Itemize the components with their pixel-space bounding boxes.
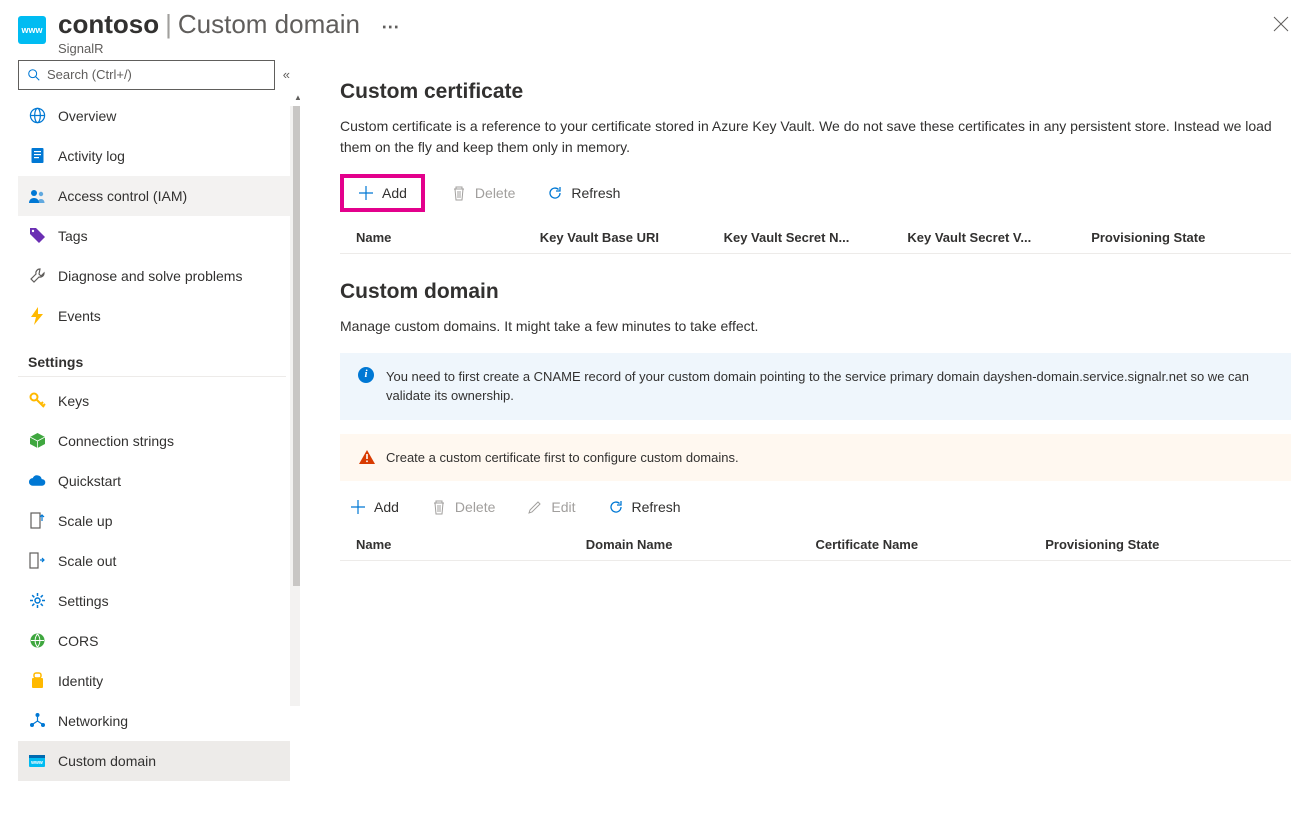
resource-name: contoso bbox=[58, 9, 159, 39]
column-header[interactable]: Provisioning State bbox=[1091, 230, 1275, 245]
column-header[interactable]: Domain Name bbox=[586, 537, 816, 552]
sidebar-item-label: Identity bbox=[58, 673, 103, 689]
cert-refresh-button[interactable]: Refresh bbox=[537, 181, 630, 205]
sidebar-item-label: Custom domain bbox=[58, 753, 156, 769]
settings-section-label: Settings bbox=[18, 342, 286, 377]
scrollbar[interactable]: ▲ bbox=[290, 106, 300, 706]
sidebar-item-label: Events bbox=[58, 308, 101, 324]
sidebar-item-label: Scale out bbox=[58, 553, 116, 569]
column-header[interactable]: Key Vault Secret N... bbox=[724, 230, 908, 245]
page-title: Custom domain bbox=[178, 9, 360, 39]
sidebar-item-label: CORS bbox=[58, 633, 98, 649]
sidebar-item-label: Overview bbox=[58, 108, 116, 124]
refresh-icon bbox=[547, 185, 563, 201]
resource-icon: www bbox=[18, 16, 46, 44]
sidebar-item-label: Access control (IAM) bbox=[58, 188, 187, 204]
service-name: SignalR bbox=[58, 41, 1269, 56]
iam-icon bbox=[28, 188, 46, 204]
sidebar-item-diagnose-and-solve-problems[interactable]: Diagnose and solve problems bbox=[18, 256, 290, 296]
refresh-icon bbox=[608, 499, 624, 515]
domain-edit-button: Edit bbox=[517, 495, 585, 519]
column-header[interactable]: Key Vault Base URI bbox=[540, 230, 724, 245]
sidebar-item-label: Quickstart bbox=[58, 473, 121, 489]
domain-delete-button: Delete bbox=[421, 495, 505, 519]
sidebar-item-scale-out[interactable]: Scale out bbox=[18, 541, 290, 581]
info-icon: i bbox=[358, 367, 374, 383]
cert-heading: Custom certificate bbox=[340, 80, 1291, 104]
domain-table-header: NameDomain NameCertificate NameProvision… bbox=[340, 529, 1291, 561]
sidebar-item-label: Activity log bbox=[58, 148, 125, 164]
scaleup-icon bbox=[28, 512, 46, 529]
trash-icon bbox=[451, 185, 467, 201]
gear-icon bbox=[28, 592, 46, 609]
tags-icon bbox=[28, 227, 46, 244]
plus-icon bbox=[358, 185, 374, 201]
identity-icon bbox=[28, 672, 46, 689]
conn-icon bbox=[28, 432, 46, 449]
warning-icon bbox=[358, 448, 376, 466]
search-placeholder: Search (Ctrl+/) bbox=[47, 67, 132, 82]
sidebar-item-quickstart[interactable]: Quickstart bbox=[18, 461, 290, 501]
collapse-icon[interactable]: « bbox=[283, 67, 290, 82]
trash-icon bbox=[431, 499, 447, 515]
sidebar-item-custom-domain[interactable]: www Custom domain bbox=[18, 741, 290, 781]
sidebar-item-label: Diagnose and solve problems bbox=[58, 268, 242, 284]
cert-delete-button: Delete bbox=[441, 181, 525, 205]
bolt-icon bbox=[28, 307, 46, 325]
network-icon bbox=[28, 712, 46, 729]
column-header[interactable]: Name bbox=[356, 230, 540, 245]
cert-table-header: NameKey Vault Base URIKey Vault Secret N… bbox=[340, 222, 1291, 254]
scaleout-icon bbox=[28, 552, 46, 569]
domain-add-button[interactable]: Add bbox=[340, 495, 409, 519]
more-icon[interactable]: ⋯ bbox=[381, 17, 399, 37]
sidebar-item-identity[interactable]: Identity bbox=[18, 661, 290, 701]
add-highlight: Add bbox=[340, 174, 425, 212]
column-header[interactable]: Provisioning State bbox=[1045, 537, 1275, 552]
warn-banner: Create a custom certificate first to con… bbox=[340, 434, 1291, 482]
search-icon bbox=[27, 68, 41, 82]
domain-heading: Custom domain bbox=[340, 280, 1291, 304]
sidebar-item-label: Networking bbox=[58, 713, 128, 729]
sidebar-item-label: Tags bbox=[58, 228, 88, 244]
cors-icon bbox=[28, 632, 46, 649]
key-icon bbox=[28, 392, 46, 409]
main-content: Custom certificate Custom certificate is… bbox=[300, 60, 1311, 826]
sidebar-item-label: Keys bbox=[58, 393, 89, 409]
sidebar-item-label: Connection strings bbox=[58, 433, 174, 449]
sidebar-item-activity-log[interactable]: Activity log bbox=[18, 136, 290, 176]
sidebar: Search (Ctrl+/) « Overview Activity log Ac… bbox=[0, 60, 300, 826]
cert-add-button[interactable]: Add bbox=[346, 181, 419, 205]
domain-icon: www bbox=[28, 754, 46, 768]
cert-description: Custom certificate is a reference to you… bbox=[340, 116, 1291, 158]
sidebar-item-label: Settings bbox=[58, 593, 109, 609]
info-banner: i You need to first create a CNAME recor… bbox=[340, 353, 1291, 420]
sidebar-item-keys[interactable]: Keys bbox=[18, 381, 290, 421]
domain-refresh-button[interactable]: Refresh bbox=[598, 495, 691, 519]
wrench-icon bbox=[28, 267, 46, 284]
column-header[interactable]: Key Vault Secret V... bbox=[907, 230, 1091, 245]
column-header[interactable]: Certificate Name bbox=[816, 537, 1046, 552]
sidebar-item-settings[interactable]: Settings bbox=[18, 581, 290, 621]
sidebar-item-networking[interactable]: Networking bbox=[18, 701, 290, 741]
sidebar-item-tags[interactable]: Tags bbox=[18, 216, 290, 256]
sidebar-item-overview[interactable]: Overview bbox=[18, 96, 290, 136]
sidebar-item-label: Scale up bbox=[58, 513, 112, 529]
pencil-icon bbox=[527, 499, 543, 515]
sidebar-item-events[interactable]: Events bbox=[18, 296, 290, 336]
column-header[interactable]: Name bbox=[356, 537, 586, 552]
sidebar-item-connection-strings[interactable]: Connection strings bbox=[18, 421, 290, 461]
sidebar-item-cors[interactable]: CORS bbox=[18, 621, 290, 661]
sidebar-item-access-control-iam-[interactable]: Access control (IAM) bbox=[18, 176, 290, 216]
domain-description: Manage custom domains. It might take a f… bbox=[340, 316, 1291, 337]
page-header: www contoso|Custom domain ⋯ SignalR bbox=[0, 0, 1311, 60]
svg-text:www: www bbox=[30, 760, 43, 766]
close-button[interactable] bbox=[1269, 12, 1293, 36]
plus-icon bbox=[350, 499, 366, 515]
globe-icon bbox=[28, 107, 46, 124]
cloud-icon bbox=[28, 474, 46, 488]
sidebar-item-scale-up[interactable]: Scale up bbox=[18, 501, 290, 541]
search-input[interactable]: Search (Ctrl+/) bbox=[18, 60, 275, 90]
log-icon bbox=[28, 147, 46, 164]
